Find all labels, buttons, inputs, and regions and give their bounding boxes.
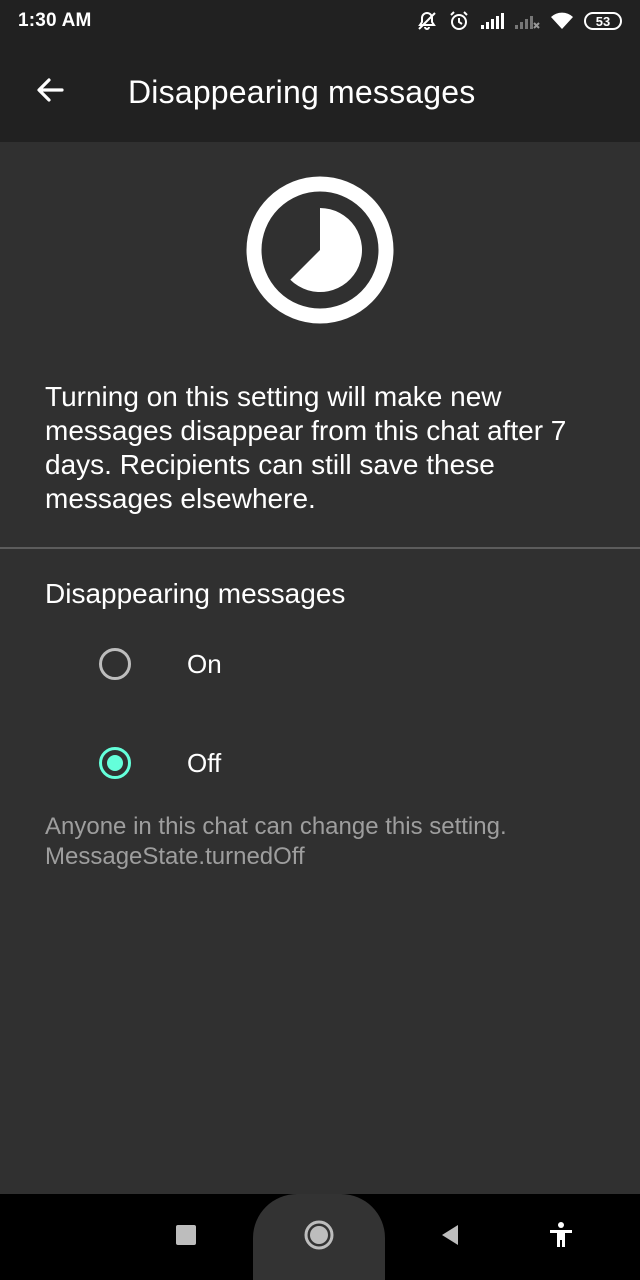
accessibility-button[interactable] xyxy=(540,1216,582,1258)
radio-button-off[interactable] xyxy=(99,747,131,779)
divider xyxy=(0,547,640,549)
arrow-left-icon xyxy=(34,74,66,111)
radio-option-off[interactable]: Off xyxy=(0,723,640,803)
recents-square-icon xyxy=(175,1224,197,1251)
screen: 1:30 AM 53 Disappearing messages Turning… xyxy=(0,0,640,1280)
page-title: Disappearing messages xyxy=(128,73,476,110)
alarm-off-icon xyxy=(416,10,438,32)
status-bar: 1:30 AM 53 xyxy=(0,0,640,42)
system-back-button[interactable] xyxy=(430,1217,470,1257)
battery-level: 53 xyxy=(595,13,611,29)
footnote-line-1: Anyone in this chat can change this sett… xyxy=(45,813,507,840)
radio-selected-dot xyxy=(107,755,123,771)
radio-option-on[interactable]: On xyxy=(0,624,640,704)
back-triangle-icon xyxy=(438,1223,462,1252)
home-circle-icon xyxy=(303,1219,335,1256)
timer-icon xyxy=(245,175,395,325)
footnote: Anyone in this chat can change this sett… xyxy=(45,812,605,872)
navigation-bar xyxy=(0,1194,640,1280)
radio-label-on: On xyxy=(187,648,222,679)
accessibility-icon xyxy=(547,1221,575,1254)
status-time: 1:30 AM xyxy=(18,10,92,31)
status-icons: 53 xyxy=(416,10,622,32)
alarm-clock-icon xyxy=(448,10,470,32)
home-button[interactable] xyxy=(298,1216,340,1258)
radio-label-off: Off xyxy=(187,747,222,778)
radio-button-on[interactable] xyxy=(99,648,131,680)
signal-icon xyxy=(480,12,504,30)
section-title: Disappearing messages xyxy=(45,578,346,609)
battery-icon: 53 xyxy=(584,12,622,30)
signal-no-service-icon xyxy=(514,12,540,30)
app-bar: Disappearing messages xyxy=(0,42,640,142)
back-button[interactable] xyxy=(0,42,100,142)
footnote-line-2: MessageState.turnedOff xyxy=(45,843,305,870)
description-text: Turning on this setting will make new me… xyxy=(45,381,567,514)
recents-button[interactable] xyxy=(166,1217,206,1257)
wifi-icon xyxy=(550,12,574,30)
